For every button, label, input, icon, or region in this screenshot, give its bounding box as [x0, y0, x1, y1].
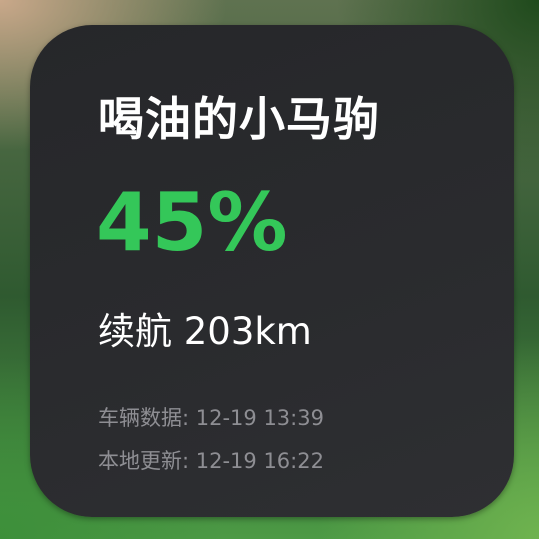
- vehicle-widget[interactable]: 喝油的小马驹 45% 续航 203km 车辆数据: 12-19 13:39 本地…: [30, 25, 514, 517]
- local-update-timestamp: 本地更新: 12-19 16:22: [98, 449, 324, 473]
- vehicle-name: 喝油的小马驹: [98, 92, 380, 146]
- battery-percent: 45%: [96, 176, 288, 269]
- vehicle-data-timestamp: 车辆数据: 12-19 13:39: [98, 406, 324, 430]
- range-label: 续航 203km: [98, 310, 312, 353]
